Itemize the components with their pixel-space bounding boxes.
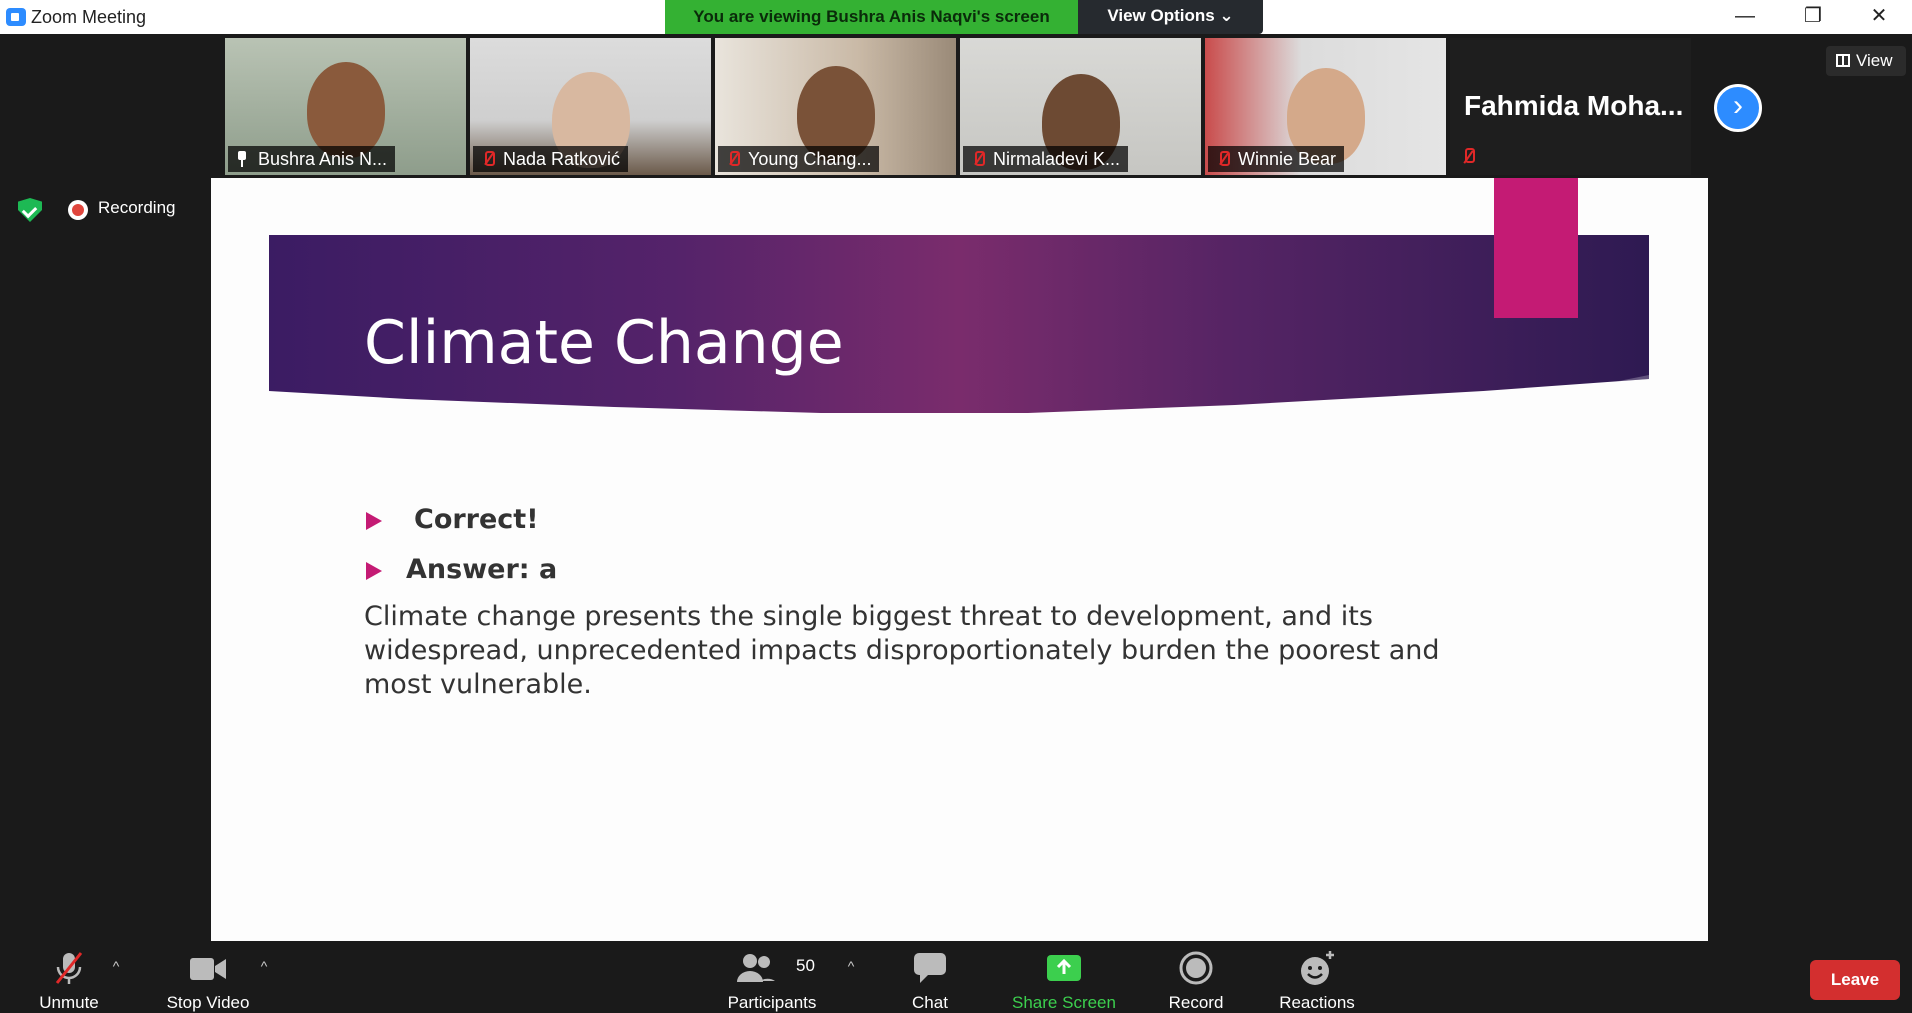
share-screen-icon [1047,955,1081,981]
unmute-label: Unmute [39,993,99,1012]
reactions-button[interactable]: Reactions [1270,946,1364,1013]
audio-options-caret[interactable]: ^ [108,958,124,974]
participants-icon [737,954,775,982]
slide-accent-bar [1494,178,1578,318]
bullet-text: Correct! [414,504,539,535]
unmute-button[interactable]: Unmute [28,946,110,1013]
slide-bullet: Correct! [366,504,539,535]
participants-label: Participants [727,993,817,1012]
participant-name: Bushra Anis N... [258,149,388,169]
recording-label: Recording [98,198,176,217]
gallery-view-icon [1836,54,1850,67]
muted-mic-icon [971,150,985,168]
video-tile-nada[interactable]: Nada Ratković [470,38,711,175]
restore-button[interactable]: ❐ [1780,0,1846,34]
muted-mic-icon [1460,147,1476,167]
record-button[interactable]: Record [1158,946,1234,1013]
bullet-triangle-icon [366,512,382,530]
participant-name: Nada Ratković [503,149,621,169]
video-camera-icon [190,958,226,980]
participant-name: Young Chang... [748,149,872,169]
chat-label: Chat [912,993,948,1012]
share-screen-label: Share Screen [1012,993,1116,1012]
leave-button[interactable]: Leave [1810,960,1900,1000]
share-screen-button[interactable]: Share Screen [1004,946,1124,1013]
participant-name-label: Nada Ratković [473,146,629,172]
reactions-label: Reactions [1279,993,1355,1012]
muted-mic-icon [1216,150,1230,168]
video-tile-nirmaladevi[interactable]: Nirmaladevi K... [960,38,1201,175]
encryption-shield-icon[interactable] [18,198,42,222]
chat-button[interactable]: Chat [898,946,962,1013]
participant-face [306,62,385,158]
bullet-text: Answer: a [406,554,558,585]
participants-count: 50 [796,956,815,975]
zoom-logo-icon [6,8,26,26]
slide-body-text: Climate change presents the single bigge… [364,601,1440,700]
viewing-screen-banner: You are viewing Bushra Anis Naqvi's scre… [665,0,1078,34]
participant-name: Winnie Bear [1238,149,1337,169]
view-options-button[interactable]: View Options ⌄ [1078,0,1263,34]
stop-video-button[interactable]: Stop Video [158,946,258,1013]
video-tile-winnie[interactable]: Winnie Bear [1205,38,1446,175]
video-options-caret[interactable]: ^ [256,958,272,974]
participant-name-label: Bushra Anis N... [228,146,396,172]
pin-icon [237,151,247,167]
video-tile-young[interactable]: Young Chang... [715,38,956,175]
participant-name-label: Winnie Bear [1208,146,1345,172]
view-button[interactable]: View [1826,46,1906,76]
participant-name-label: Nirmaladevi K... [963,146,1129,172]
stop-video-label: Stop Video [166,993,250,1012]
video-tile-bushra[interactable]: Bushra Anis N... [225,38,466,175]
muted-microphone-icon [55,952,83,984]
participants-options-caret[interactable]: ^ [843,958,859,974]
chat-bubble-icon [914,953,946,983]
view-label: View [1856,51,1893,70]
window-title: Zoom Meeting [31,7,147,27]
slide-bullet: Answer: a [366,554,557,585]
bullet-triangle-icon [366,562,382,580]
reactions-smiley-icon [1301,951,1334,985]
shared-screen-slide: Climate Change Correct! Answer: a Climat… [211,178,1708,941]
close-button[interactable]: ✕ [1846,0,1912,34]
banner-highlight [1349,375,1649,413]
participants-button[interactable]: 50 Participants [718,946,826,1013]
participant-name-label: Young Chang... [718,146,880,172]
video-tile-fahmida[interactable]: Fahmida Moha... [1450,38,1691,175]
participant-name: Fahmida Moha... [1464,90,1684,121]
record-label: Record [1168,993,1224,1012]
next-page-button[interactable]: › [1714,84,1762,132]
muted-mic-icon [726,150,740,168]
minimize-button[interactable]: — [1712,0,1778,34]
recording-icon[interactable] [68,200,88,220]
record-icon [1179,951,1213,985]
participant-name: Nirmaladevi K... [993,149,1121,169]
muted-mic-icon [481,150,495,168]
slide-title: Climate Change [364,308,844,378]
